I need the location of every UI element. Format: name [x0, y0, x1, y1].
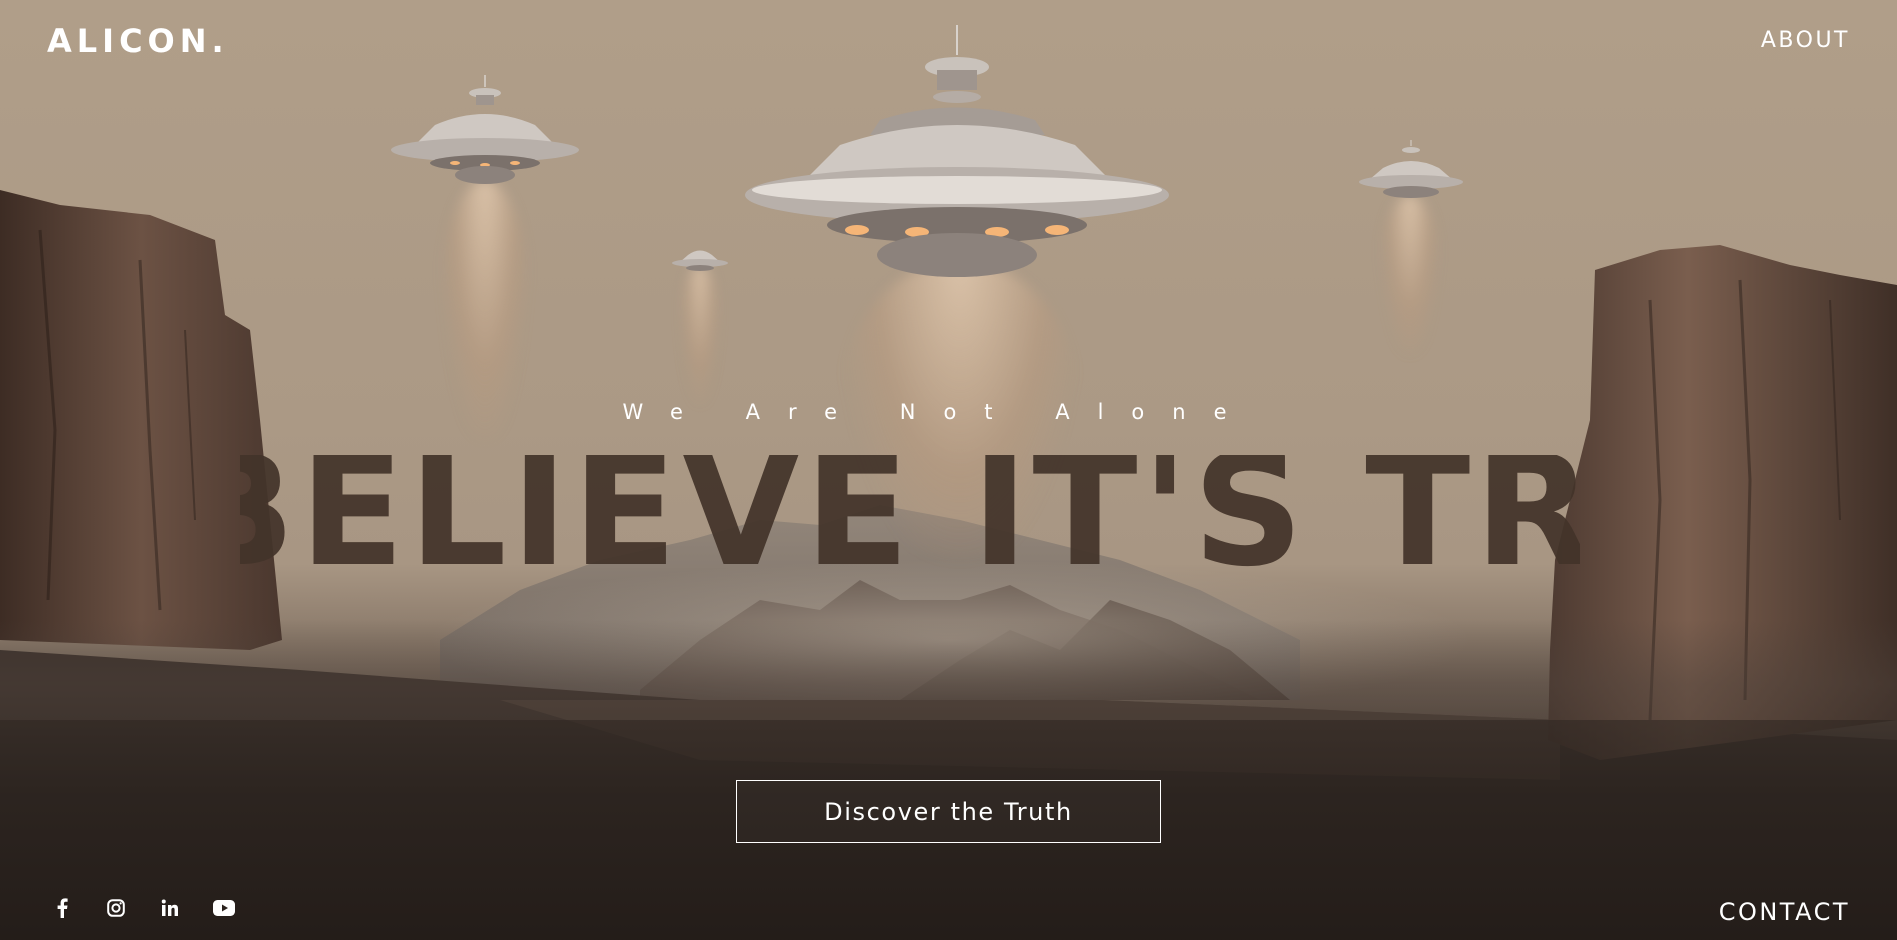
facebook-icon[interactable] — [50, 896, 74, 920]
instagram-icon[interactable] — [104, 896, 128, 920]
discover-truth-button[interactable]: Discover the Truth — [736, 780, 1161, 843]
nav-about-link[interactable]: ABOUT — [1761, 28, 1850, 53]
hero-headline: BELIEVE IT'S TRUE — [240, 455, 1580, 601]
light-beam — [680, 265, 720, 405]
ufo-small-icon — [672, 250, 728, 271]
hero-tagline: We Are Not Alone — [622, 400, 1255, 424]
linkedin-icon[interactable] — [158, 896, 182, 920]
light-beam — [1380, 195, 1440, 355]
nav-contact-link[interactable]: CONTACT — [1719, 898, 1850, 926]
ufo-left-icon — [391, 75, 579, 184]
social-links — [50, 896, 236, 920]
ufo-right-icon — [1359, 140, 1463, 198]
ufo-large-icon — [745, 25, 1169, 277]
brand-logo[interactable]: ALICON. — [47, 22, 229, 60]
hero-headline-container: BELIEVE IT'S TRUE — [240, 455, 1580, 615]
youtube-icon[interactable] — [212, 896, 236, 920]
